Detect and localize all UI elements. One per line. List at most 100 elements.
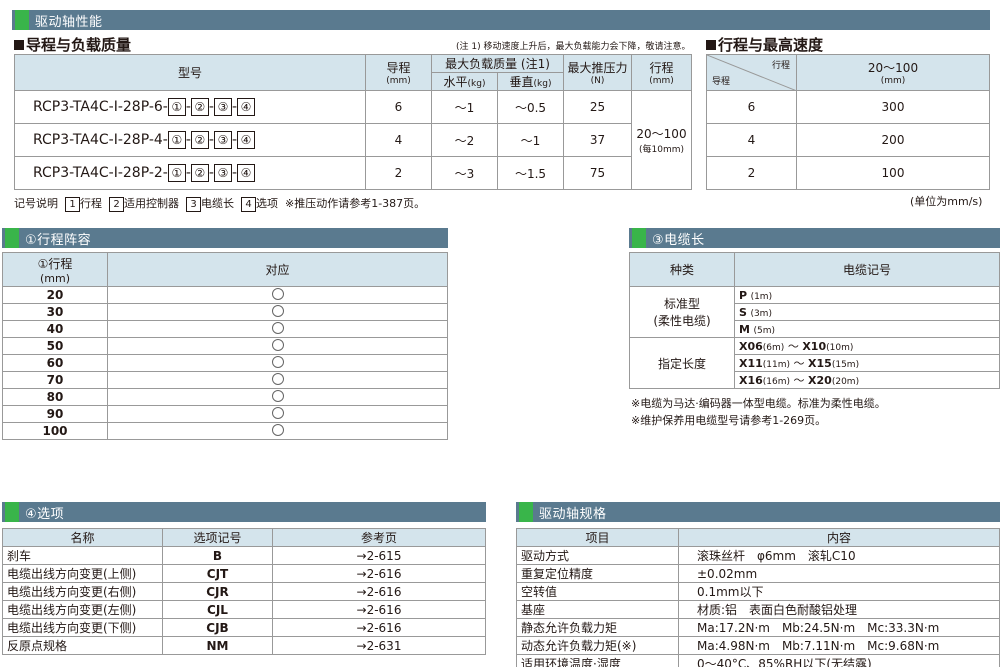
lead-cell: 4 [365,123,432,157]
option-name: 电缆出线方向变更(下侧) [2,618,163,637]
stroke-value: 40 [2,320,108,338]
spec-value: ±0.02mm [678,564,1000,583]
lead-cell: 6 [365,90,432,124]
spec-table: 项目 内容 驱动方式 滚珠丝杆 φ6mm 滚轧C10 重复定位精度 ±0.02mm 空转… [516,528,1000,667]
option-page: →2-616 [272,582,486,601]
option-page: →2-616 [272,618,486,637]
spec-banner: 驱动轴规格 [516,502,1000,522]
support-cell [107,286,448,304]
table-row: RCP3-TA4C-I-28P-4- ① - ② - ③ - ④ 4 ～2 ～1 37 [14,123,692,157]
col-lead-header: 导程 (mm) [365,54,432,91]
speed-section-title: 行程与最高速度 [706,34,823,55]
stroke-value: 30 [2,303,108,321]
supported-circle-icon [271,372,284,385]
spec-item: 静态允许负载力矩 [516,618,679,637]
col-horiz-header: 水平(kg) [431,72,498,91]
standard-type-cell: 标准型 (柔性电缆) [629,286,735,338]
cable-table: 种类 电缆记号 标准型 (柔性电缆) P (1m) S (3m) M (5m) 指… [629,252,1000,389]
lead-title-text: 导程与负载质量 [26,36,132,54]
horiz-cell: ～1 [431,90,498,124]
support-cell [107,388,448,406]
spec-item: 适用环境温度·湿度 [516,654,679,667]
support-cell [107,422,448,440]
table-row: 刹车 B →2-615 [2,546,486,565]
col-model-header: 型号 [14,54,366,91]
table-row: RCP3-TA4C-I-28P-6- ① - ② - ③ - ④ 6 ～1 ～0.5 25 2… [14,90,692,190]
option-code: CJL [162,600,273,619]
spec-value: 0～40°C、85%RH以下(无结露) [678,654,1000,667]
spec-item: 重复定位精度 [516,564,679,583]
push-cell: 37 [563,123,632,157]
stroke-cell: 20～100 (每10mm) [631,90,692,190]
banner-accent [5,502,19,522]
table-row: 2 100 [706,156,990,190]
table-row: 80 [2,388,448,406]
table-row: 50 [2,337,448,355]
option-page: →2-631 [272,636,486,655]
support-cell [107,303,448,321]
lead-section-title: 导程与负载质量 [14,34,131,55]
option-name: 反原点规格 [2,636,163,655]
lead-note: (注 1) 移动速度上升后，最大负载能力会下降，敬请注意。 [456,42,691,52]
lead-load-table: 型号 导程 (mm) 最大负载质量 (注1) 最大推压力 (N) 行程 (mm) 水平… [14,54,692,190]
speed-table: 行程 导程 20～100 (mm) 6 300 4 200 2 100 [706,54,990,190]
stroke-value: 60 [2,354,108,372]
kind-col-header: 种类 [629,252,735,287]
stroke-value: 70 [2,371,108,389]
table-row: 6 300 [706,90,990,124]
vert-cell: ～1.5 [497,156,564,190]
col-load-header: 最大负载质量 (注1) [431,54,564,73]
options-table: 名称 选项记号 参考页 刹车 B →2-615 电缆出线方向变更(上侧) CJT →2-6… [2,528,486,655]
spec-item: 基座 [516,600,679,619]
support-cell [107,405,448,423]
option-code: NM [162,636,273,655]
spec-value: 材质:铝 表面白色耐酸铝处理 [678,600,1000,619]
stroke-table: ①行程 (mm) 对应 20 30 40 50 60 70 80 90 100 [2,252,448,440]
lead-cell: 2 [365,156,432,190]
supported-circle-icon [271,423,284,436]
col-vert-header: 垂直(kg) [497,72,564,91]
option-code: CJB [162,618,273,637]
option-page: →2-616 [272,564,486,583]
option-name: 电缆出线方向变更(上侧) [2,564,163,583]
stroke-col-header: ①行程 (mm) [2,252,108,287]
table-row: 70 [2,371,448,389]
table-row: 90 [2,405,448,423]
push-cell: 25 [563,90,632,124]
code-col-header: 选项记号 [162,528,273,547]
cable-banner: ③电缆长 [629,228,1000,248]
option-name: 电缆出线方向变更(右侧) [2,582,163,601]
stroke-value: 100 [2,422,108,440]
spec-item: 动态允许负载力矩(※) [516,636,679,655]
table-row: 电缆出线方向变更(左侧) CJL →2-616 [2,600,486,619]
table-row: 基座 材质:铝 表面白色耐酸铝处理 [516,600,1000,619]
table-row: 40 [2,320,448,338]
table-row: 驱动方式 滚珠丝杆 φ6mm 滚轧C10 [516,546,1000,565]
table-row: 20 [2,286,448,304]
supported-circle-icon [271,338,284,351]
stroke-value: 90 [2,405,108,423]
supported-circle-icon [271,287,284,300]
item-col-header: 项目 [516,528,679,547]
option-code: B [162,546,273,565]
table-row: 静态允许负载力矩 Ma:17.2N·m Mb:24.5N·m Mc:33.3N·m [516,618,1000,637]
supported-circle-icon [271,321,284,334]
code-col-header: 电缆记号 [734,252,1000,287]
page-col-header: 参考页 [272,528,486,547]
specified-length-cell: 指定长度 [629,337,735,389]
stroke-value: 50 [2,337,108,355]
col-stroke-header: 行程 (mm) [631,54,692,91]
option-name: 刹车 [2,546,163,565]
spec-item: 驱动方式 [516,546,679,565]
option-name: 电缆出线方向变更(左侧) [2,600,163,619]
table-row: 4 200 [706,123,990,157]
options-banner: ④选项 [2,502,486,522]
supported-circle-icon [271,389,284,402]
options-banner-title: ④选项 [25,506,65,522]
table-row: 电缆出线方向变更(右侧) CJR →2-616 [2,582,486,601]
table-row: 100 [2,422,448,440]
spec-banner-title: 驱动轴规格 [539,506,607,522]
option-page: →2-616 [272,600,486,619]
square-bullet-icon [706,39,716,50]
name-col-header: 名称 [2,528,163,547]
